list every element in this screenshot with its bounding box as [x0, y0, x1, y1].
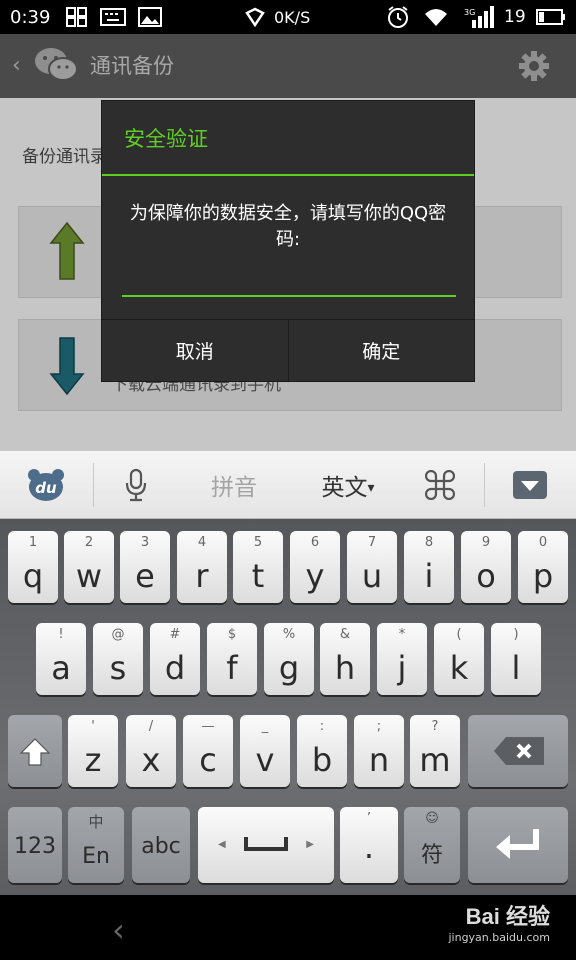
key-l[interactable]: ) l [491, 623, 541, 695]
space-bar-icon [244, 837, 288, 851]
key-f[interactable]: $ f [207, 623, 257, 695]
key-w[interactable]: 2w [64, 531, 114, 603]
section-subtitle: 备份通讯录 [22, 147, 107, 167]
key-n[interactable]: ; n [354, 715, 404, 787]
battery-icon [536, 0, 566, 34]
wechat-icon [34, 46, 78, 88]
key-x[interactable]: / x [126, 715, 176, 787]
shift-key[interactable] [8, 715, 62, 787]
enter-key[interactable] [468, 807, 568, 883]
english-mode-button[interactable]: 英文 ▾ [308, 451, 388, 519]
status-time: 0:39 [10, 6, 51, 28]
language-switch-key[interactable]: 中 En [68, 807, 124, 883]
qq-password-input[interactable] [122, 263, 456, 297]
key-s[interactable]: @ s [93, 623, 143, 695]
arrow-up-icon [49, 221, 85, 285]
english-mode-arrow: ▾ [367, 480, 375, 496]
keyboard-icon [100, 0, 126, 34]
abc-key[interactable]: abc [132, 807, 190, 883]
alarm-icon [386, 0, 410, 34]
key-q[interactable]: 1q [8, 531, 58, 603]
key-m[interactable]: ? m [410, 715, 460, 787]
key-r[interactable]: 4r [177, 531, 227, 603]
key-i[interactable]: 8i [404, 531, 454, 603]
watermark-logo: Bai 经验 [465, 904, 550, 929]
key-e[interactable]: 3e [120, 531, 170, 603]
baidu-ime-logo-icon[interactable]: du [20, 451, 72, 519]
key-y[interactable]: 6y [290, 531, 340, 603]
key-a[interactable]: ! a [36, 623, 86, 695]
key-u[interactable]: 7u [347, 531, 397, 603]
key-d[interactable]: # d [150, 623, 200, 695]
space-key[interactable]: ◀ ▶ [198, 807, 334, 883]
enter-icon [496, 829, 539, 859]
key-c[interactable]: — c [183, 715, 233, 787]
net-speed: 0K/S [274, 7, 311, 27]
dialog-button-row: 取消 确定 [102, 319, 474, 381]
backspace-icon [494, 737, 544, 765]
arrow-down-icon [49, 336, 85, 400]
key-z[interactable]: ' z [68, 715, 118, 787]
svg-text:3G: 3G [464, 8, 475, 17]
microphone-icon[interactable] [118, 451, 154, 519]
hide-keyboard-icon[interactable] [508, 451, 552, 519]
shift-arrow-icon [19, 738, 51, 766]
navigation-bar: ‹ Bai 经验 jingyan.baidu.com [0, 895, 576, 960]
punctuation-key[interactable]: ’ · [340, 807, 398, 883]
key-b[interactable]: :b [297, 715, 347, 787]
wifi-icon [422, 0, 450, 34]
dialog-title: 安全验证 [124, 127, 208, 151]
dialog-message: 为保障你的数据安全，请填写你的QQ密码: [129, 203, 447, 250]
security-dialog: 安全验证 为保障你的数据安全，请填写你的QQ密码: 取消 确定 [101, 100, 475, 382]
gallery-icon [66, 0, 88, 34]
app-header: ‹ 通讯备份 [0, 34, 576, 98]
back-nav-icon[interactable]: ‹ [112, 911, 125, 949]
image-icon [138, 0, 162, 34]
cursor-right-icon: ▶ [306, 839, 314, 850]
watermark-url: jingyan.baidu.com [448, 931, 550, 944]
toolbar-divider [93, 463, 94, 507]
key-t[interactable]: 5t [233, 531, 283, 603]
cancel-button[interactable]: 取消 [102, 320, 289, 381]
vpn-icon [245, 0, 265, 34]
key-p[interactable]: 0p [518, 531, 568, 603]
page-title: 通讯备份 [90, 54, 174, 78]
key-j[interactable]: * j [377, 623, 427, 695]
gear-icon[interactable] [518, 50, 550, 86]
key-h[interactable]: & h [320, 623, 370, 695]
key-k[interactable]: (k [434, 623, 484, 695]
signal-icon: 3G [464, 0, 494, 34]
backspace-key[interactable] [468, 715, 568, 787]
key-o[interactable]: 9o [461, 531, 511, 603]
cursor-left-icon: ◀ [218, 839, 226, 850]
key-v[interactable]: _ v [240, 715, 290, 787]
watermark: Bai 经验 jingyan.baidu.com [448, 899, 550, 944]
english-mode-label: 英文 [321, 475, 368, 501]
toolbar-divider [484, 463, 485, 507]
ime-logo-text: du [35, 479, 57, 497]
status-bar: 0:39 0K/S 3G 19 [0, 0, 576, 34]
battery-level: 19 [504, 7, 526, 27]
keyboard: 1q 2w 3e 4r 5t 6y 7u 8i 9o 0p ! a @ s # d $… [0, 519, 576, 895]
number-mode-key[interactable]: 123 [8, 807, 62, 883]
confirm-button[interactable]: 确定 [288, 320, 474, 381]
dialog-divider [102, 174, 474, 176]
command-icon[interactable] [418, 451, 462, 519]
chevron-left-icon[interactable]: ‹ [12, 53, 21, 78]
pinyin-mode-button[interactable]: 拼音 [196, 451, 272, 519]
keyboard-toolbar: du 拼音 英文 ▾ [0, 451, 576, 519]
key-g[interactable]: % g [264, 623, 314, 695]
symbol-key[interactable]: ☺ 符 [404, 807, 460, 883]
